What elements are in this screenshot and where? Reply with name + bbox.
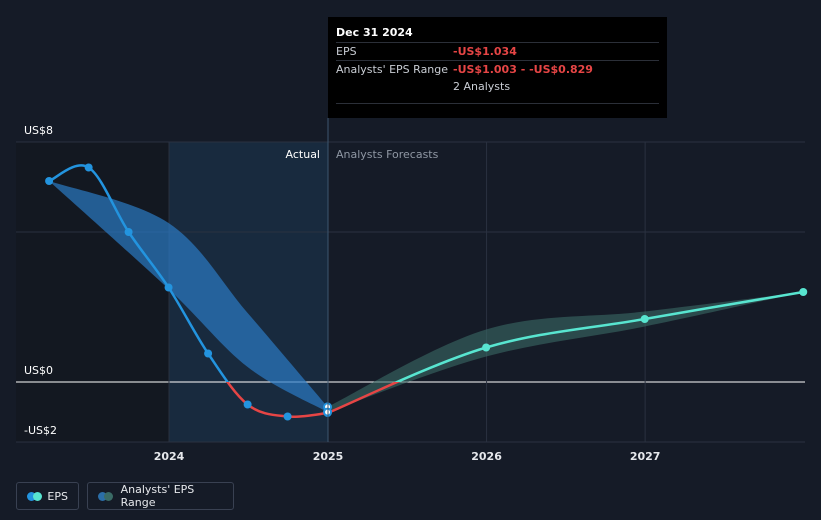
y-tick-label: US$8 [24,124,53,137]
tooltip-eps-label: EPS [336,45,357,58]
y-tick-label: -US$2 [24,424,57,437]
past-region-shade [16,142,169,442]
legend-range[interactable]: Analysts' EPS Range [87,482,234,510]
x-tick-label: 2026 [471,450,502,463]
x-tick-label: 2027 [630,450,661,463]
eps-point[interactable] [640,315,649,323]
tooltip-range-label: Analysts' EPS Range [336,63,449,76]
eps-point[interactable] [84,163,93,172]
eps-legend-icon [27,491,42,501]
range-legend-icon [98,491,113,501]
tooltip-range-value: -US$1.003 - -US$0.829 [453,63,593,76]
tooltip-eps-value: -US$1.034 [453,45,517,58]
tooltip-eps-row: EPS -US$1.034 [336,42,659,60]
tooltip: Dec 31 2024 EPS -US$1.034 Analysts' EPS … [328,17,667,118]
eps-point[interactable] [243,400,252,409]
legend-eps[interactable]: EPS [16,482,79,510]
range-band-forecast [327,292,804,413]
legend-range-label: Analysts' EPS Range [120,483,195,509]
eps-point[interactable] [283,412,292,421]
forecast-label: Analysts Forecasts [336,148,439,161]
x-tick-label: 2024 [154,450,185,463]
legend-eps-label: EPS [47,489,68,503]
tooltip-range-row: Analysts' EPS Range -US$1.003 - -US$0.82… [336,60,659,78]
tooltip-divider [336,103,659,104]
eps-point[interactable] [124,228,133,236]
tooltip-date: Dec 31 2024 [336,26,413,39]
eps-line-forecast-negative [327,382,401,415]
tooltip-analysts: 2 Analysts [453,80,511,93]
eps-point[interactable] [204,349,213,358]
x-tick-label: 2025 [313,450,344,463]
y-tick-label: US$0 [24,364,53,377]
tooltip-analysts-row: 2 Analysts [336,78,659,95]
eps-point[interactable] [164,283,173,292]
eps-point[interactable] [482,343,491,352]
eps-point[interactable] [799,288,808,296]
eps-line-forecast [393,290,804,382]
actual-label: Actual [286,148,320,161]
eps-point[interactable] [45,177,54,185]
